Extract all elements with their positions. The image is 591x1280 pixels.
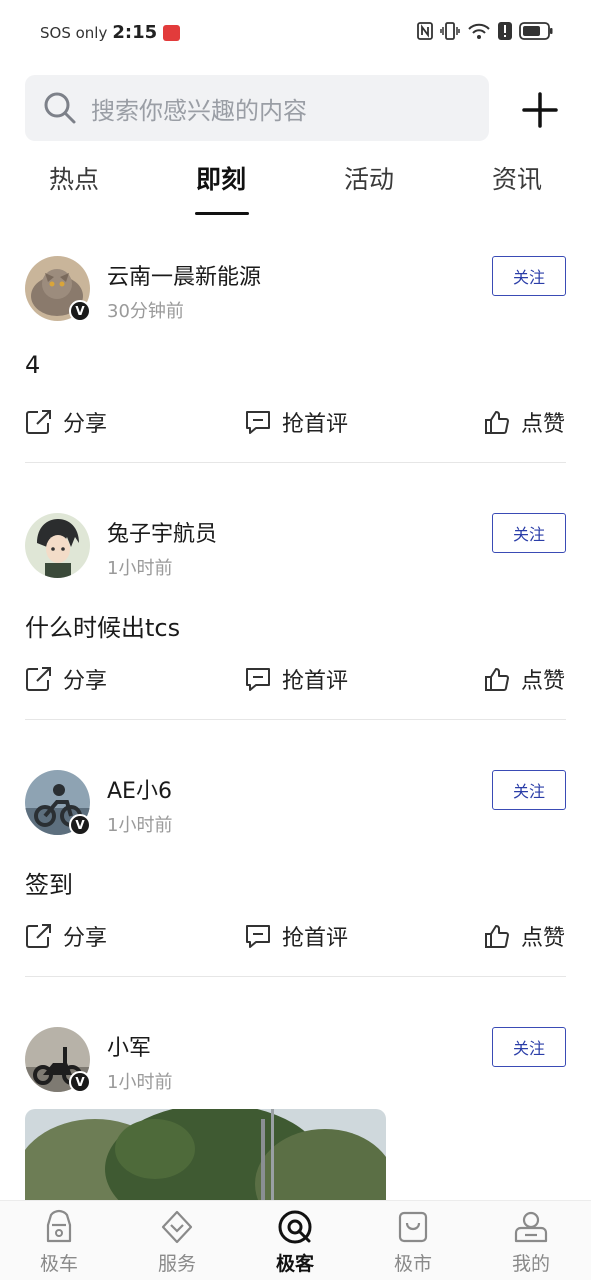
status-left: SOS only 2:15: [40, 22, 181, 43]
search-input[interactable]: 搜索你感兴趣的内容: [25, 75, 489, 141]
vibrate-icon: [440, 22, 460, 40]
like-label: 点赞: [521, 926, 566, 951]
share-label: 分享: [63, 926, 108, 951]
comment-label: 抢首评: [282, 669, 349, 694]
nfc-icon: [417, 22, 433, 40]
search-icon: [44, 92, 76, 124]
comment-button[interactable]: 抢首评: [244, 663, 348, 695]
follow-button[interactable]: 关注: [492, 513, 566, 553]
thumbs-up-icon: [485, 668, 509, 691]
post-divider: [25, 719, 566, 720]
tab-moments[interactable]: 即刻: [181, 160, 261, 196]
nav-label: 我的: [511, 1253, 550, 1275]
nav-item-shop[interactable]: 极市: [373, 1209, 453, 1276]
like-label: 点赞: [521, 669, 566, 694]
tab-activities[interactable]: 活动: [329, 160, 409, 196]
share-label: 分享: [63, 412, 108, 437]
tab-hot[interactable]: 热点: [34, 160, 114, 196]
comment-button[interactable]: 抢首评: [244, 920, 348, 952]
comment-icon: [246, 411, 270, 434]
community-icon: [278, 1210, 312, 1244]
carrier-text: SOS only: [40, 23, 108, 42]
post-username[interactable]: AE小6: [107, 773, 172, 805]
verified-badge: V: [69, 814, 91, 836]
like-label: 点赞: [521, 412, 566, 437]
verified-badge: V: [69, 1071, 91, 1093]
post-username[interactable]: 云南一晨新能源: [107, 259, 261, 291]
post-username[interactable]: 兔子宇航员: [107, 516, 217, 548]
feed-post[interactable]: V AE小6 1小时前 关注 签到 分享 抢首评 点赞: [25, 770, 566, 978]
post-image[interactable]: [25, 1109, 386, 1200]
nav-label: 极客: [275, 1253, 314, 1275]
plus-icon[interactable]: [518, 88, 562, 132]
thumbs-up-icon: [485, 411, 509, 434]
nav-item-profile[interactable]: 我的: [491, 1209, 571, 1276]
share-label: 分享: [63, 669, 108, 694]
follow-button[interactable]: 关注: [492, 770, 566, 810]
post-text[interactable]: 4: [25, 351, 40, 379]
follow-button[interactable]: 关注: [492, 256, 566, 296]
post-divider: [25, 462, 566, 463]
comment-label: 抢首评: [282, 412, 349, 437]
search-placeholder: 搜索你感兴趣的内容: [91, 96, 307, 125]
profile-icon: [514, 1211, 548, 1243]
nav-item-car[interactable]: 极车: [19, 1209, 99, 1276]
comment-button[interactable]: 抢首评: [244, 406, 348, 438]
share-button[interactable]: 分享: [25, 663, 107, 695]
comment-icon: [246, 925, 270, 948]
feed-post[interactable]: V 小军 1小时前 关注: [25, 1027, 566, 1200]
feed-tabs: 热点 即刻 活动 资讯: [0, 160, 591, 220]
like-button[interactable]: 点赞: [483, 663, 565, 695]
share-icon: [26, 410, 51, 434]
post-time: 30分钟前: [107, 301, 184, 322]
share-button[interactable]: 分享: [25, 920, 107, 952]
status-icons: [417, 22, 553, 40]
tab-news[interactable]: 资讯: [477, 160, 557, 196]
like-button[interactable]: 点赞: [483, 920, 565, 952]
post-time: 1小时前: [107, 1072, 173, 1093]
nav-item-service[interactable]: 服务: [137, 1209, 217, 1276]
verified-badge: V: [69, 300, 91, 322]
clock-text: 2:15: [112, 22, 158, 43]
post-actions: 分享 抢首评 点赞: [25, 406, 566, 440]
post-divider: [25, 976, 566, 977]
active-tab-indicator: [195, 212, 249, 215]
wifi-icon: [468, 23, 490, 39]
comment-icon: [246, 668, 270, 691]
post-text[interactable]: 什么时候出tcs: [25, 608, 180, 643]
nav-label: 极车: [39, 1253, 78, 1275]
status-bar: SOS only 2:15: [0, 0, 591, 66]
post-time: 1小时前: [107, 558, 173, 579]
shop-bag-icon: [398, 1211, 428, 1243]
comment-label: 抢首评: [282, 926, 349, 951]
post-time: 1小时前: [107, 815, 173, 836]
nav-label: 服务: [157, 1253, 196, 1275]
post-username[interactable]: 小军: [107, 1030, 151, 1062]
share-icon: [26, 667, 51, 691]
nav-item-community[interactable]: 极客: [255, 1209, 335, 1276]
bottom-navigation: 极车 服务 极客 极市 我的: [0, 1200, 591, 1280]
post-text[interactable]: 签到: [25, 865, 73, 900]
alert-icon: [498, 22, 512, 40]
car-icon: [46, 1209, 72, 1243]
service-icon: [161, 1210, 193, 1244]
feed-post[interactable]: 兔子宇航员 1小时前 关注 什么时候出tcs 分享 抢首评 点赞: [25, 513, 566, 721]
post-actions: 分享 抢首评 点赞: [25, 663, 566, 697]
avatar[interactable]: [25, 513, 90, 578]
feed-post[interactable]: V 云南一晨新能源 30分钟前 关注 4 分享 抢首评 点赞: [25, 256, 566, 464]
follow-button[interactable]: 关注: [492, 1027, 566, 1067]
nav-label: 极市: [393, 1253, 432, 1275]
app-notification-icon: [163, 24, 181, 41]
like-button[interactable]: 点赞: [483, 406, 565, 438]
share-button[interactable]: 分享: [25, 406, 107, 438]
share-icon: [26, 924, 51, 948]
battery-icon: [519, 22, 553, 40]
post-actions: 分享 抢首评 点赞: [25, 920, 566, 954]
thumbs-up-icon: [485, 925, 509, 948]
